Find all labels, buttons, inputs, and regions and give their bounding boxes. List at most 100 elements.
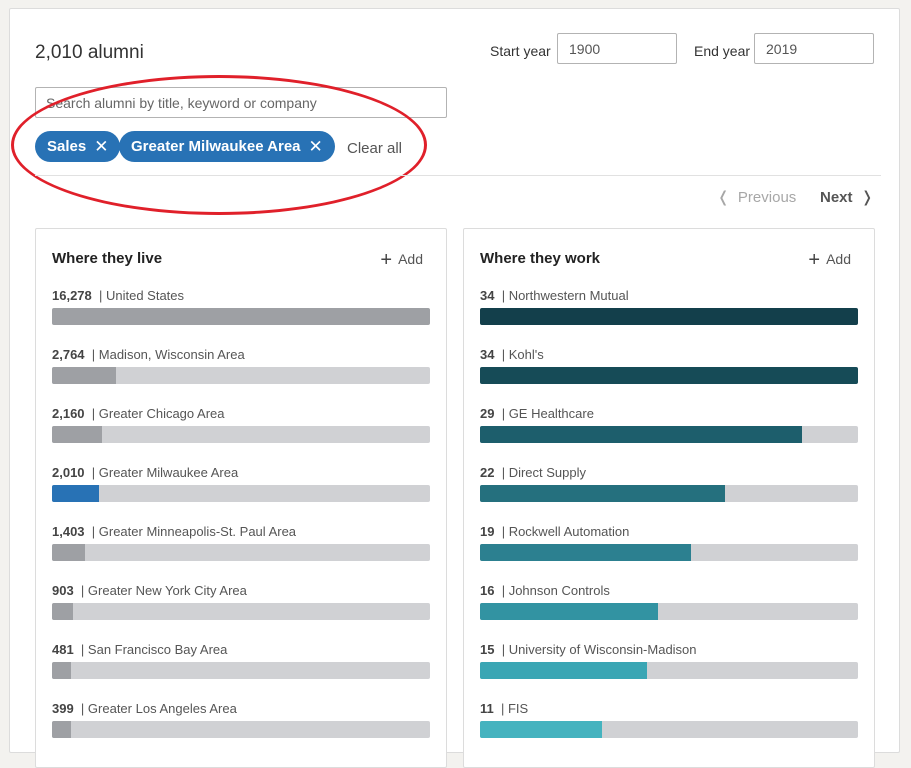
separator: | [494, 406, 509, 421]
bar-track [52, 662, 430, 679]
bar-fill [480, 367, 858, 384]
separator: | [84, 406, 99, 421]
bar-fill [480, 485, 725, 502]
list-item-label: 16,278 | United States [52, 288, 430, 303]
item-count: 2,010 [52, 465, 85, 480]
separator: | [84, 465, 99, 480]
bar-track [52, 603, 430, 620]
item-name: Kohl's [508, 347, 544, 362]
previous-button[interactable]: ❬ Previous [717, 188, 796, 206]
list-item[interactable]: 481 | San Francisco Bay Area [52, 642, 430, 701]
panel-title: Where they work [480, 250, 601, 267]
list-item[interactable]: 15 | University of Wisconsin-Madison [480, 642, 858, 701]
bar-fill [52, 721, 71, 738]
bar-track [52, 308, 430, 325]
list-item[interactable]: 11 | FIS [480, 701, 858, 760]
list-item[interactable]: 2,010 | Greater Milwaukee Area [52, 465, 430, 524]
close-icon[interactable]: ✕ [309, 138, 323, 155]
where-they-work-panel: Where they work + Add 34 | Northwestern M… [463, 228, 875, 768]
list-item[interactable]: 16,278 | United States [52, 288, 430, 347]
item-name: Greater Milwaukee Area [98, 465, 239, 480]
list-item-label: 481 | San Francisco Bay Area [52, 642, 430, 657]
filter-pill-sales[interactable]: Sales ✕ [35, 131, 121, 162]
item-count: 29 [480, 406, 495, 421]
list-item[interactable]: 16 | Johnson Controls [480, 583, 858, 642]
item-name: FIS [507, 701, 529, 716]
list-item-label: 29 | GE Healthcare [480, 406, 858, 421]
list-item-label: 1,403 | Greater Minneapolis-St. Paul Are… [52, 524, 430, 539]
next-button[interactable]: Next ❭ [820, 188, 873, 206]
list-item-label: 34 | Kohl's [480, 347, 858, 362]
separator: | [73, 583, 88, 598]
item-name: Direct Supply [508, 465, 586, 480]
end-year-label: End year [694, 43, 751, 59]
bar-fill [480, 721, 603, 738]
bar-fill [480, 308, 858, 325]
list-item[interactable]: 2,160 | Greater Chicago Area [52, 406, 430, 465]
item-count: 481 [52, 642, 74, 657]
separator: | [494, 288, 509, 303]
panel-title: Where they live [52, 250, 163, 267]
chevron-right-icon: ❭ [860, 189, 874, 206]
add-company-button[interactable]: + Add [808, 249, 851, 272]
list-item[interactable]: 2,764 | Madison, Wisconsin Area [52, 347, 430, 406]
separator: | [494, 583, 509, 598]
item-count: 2,160 [52, 406, 85, 421]
item-name: Greater Chicago Area [98, 406, 225, 421]
item-count: 399 [52, 701, 74, 716]
item-name: GE Healthcare [508, 406, 594, 421]
item-count: 2,764 [52, 347, 85, 362]
item-name: Greater Los Angeles Area [87, 701, 237, 716]
list-item-label: 11 | FIS [480, 701, 858, 716]
list-item[interactable]: 1,403 | Greater Minneapolis-St. Paul Are… [52, 524, 430, 583]
item-name: Greater Minneapolis-St. Paul Area [98, 524, 297, 539]
bar-track [480, 367, 858, 384]
company-list: 34 | Northwestern Mutual 34 | Kohl's 29 | … [480, 288, 858, 760]
item-name: Greater New York City Area [87, 583, 247, 598]
filter-pill-label: Greater Milwaukee Area [131, 138, 301, 155]
list-item-label: 2,010 | Greater Milwaukee Area [52, 465, 430, 480]
list-item[interactable]: 34 | Kohl's [480, 347, 858, 406]
add-location-button[interactable]: + Add [380, 249, 423, 272]
separator: | [494, 642, 509, 657]
list-item[interactable]: 19 | Rockwell Automation [480, 524, 858, 583]
bar-track [480, 308, 858, 325]
list-item[interactable]: 34 | Northwestern Mutual [480, 288, 858, 347]
list-item-label: 2,764 | Madison, Wisconsin Area [52, 347, 430, 362]
separator: | [73, 642, 88, 657]
previous-label: Previous [737, 189, 797, 206]
bar-fill [52, 308, 430, 325]
list-item[interactable]: 903 | Greater New York City Area [52, 583, 430, 642]
chevron-left-icon: ❬ [717, 189, 730, 206]
filter-pill-label: Sales [47, 138, 87, 155]
item-count: 16 [480, 583, 495, 598]
list-item-label: 903 | Greater New York City Area [52, 583, 430, 598]
bar-track [52, 485, 430, 502]
search-input[interactable] [35, 87, 447, 118]
list-item[interactable]: 29 | GE Healthcare [480, 406, 858, 465]
separator: | [494, 347, 509, 362]
list-item[interactable]: 399 | Greater Los Angeles Area [52, 701, 430, 760]
bar-fill [52, 485, 99, 502]
separator: | [493, 701, 508, 716]
item-count: 34 [480, 347, 495, 362]
item-name: Johnson Controls [508, 583, 610, 598]
start-year-input[interactable] [557, 33, 677, 64]
clear-all-button[interactable]: Clear all [347, 140, 402, 157]
item-count: 903 [52, 583, 74, 598]
next-label: Next [820, 189, 853, 206]
separator: | [91, 288, 106, 303]
item-name: Madison, Wisconsin Area [98, 347, 245, 362]
bar-track [480, 544, 858, 561]
close-icon[interactable]: ✕ [94, 138, 108, 155]
list-item-label: 2,160 | Greater Chicago Area [52, 406, 430, 421]
bar-fill [480, 662, 647, 679]
bar-fill [52, 367, 117, 384]
item-count: 11 [480, 701, 494, 716]
item-count: 16,278 [52, 288, 92, 303]
list-item[interactable]: 22 | Direct Supply [480, 465, 858, 524]
list-item-label: 34 | Northwestern Mutual [480, 288, 858, 303]
filter-pill-greater-milwaukee-area[interactable]: Greater Milwaukee Area ✕ [119, 131, 335, 162]
end-year-input[interactable] [754, 33, 874, 64]
plus-icon: + [808, 249, 821, 271]
